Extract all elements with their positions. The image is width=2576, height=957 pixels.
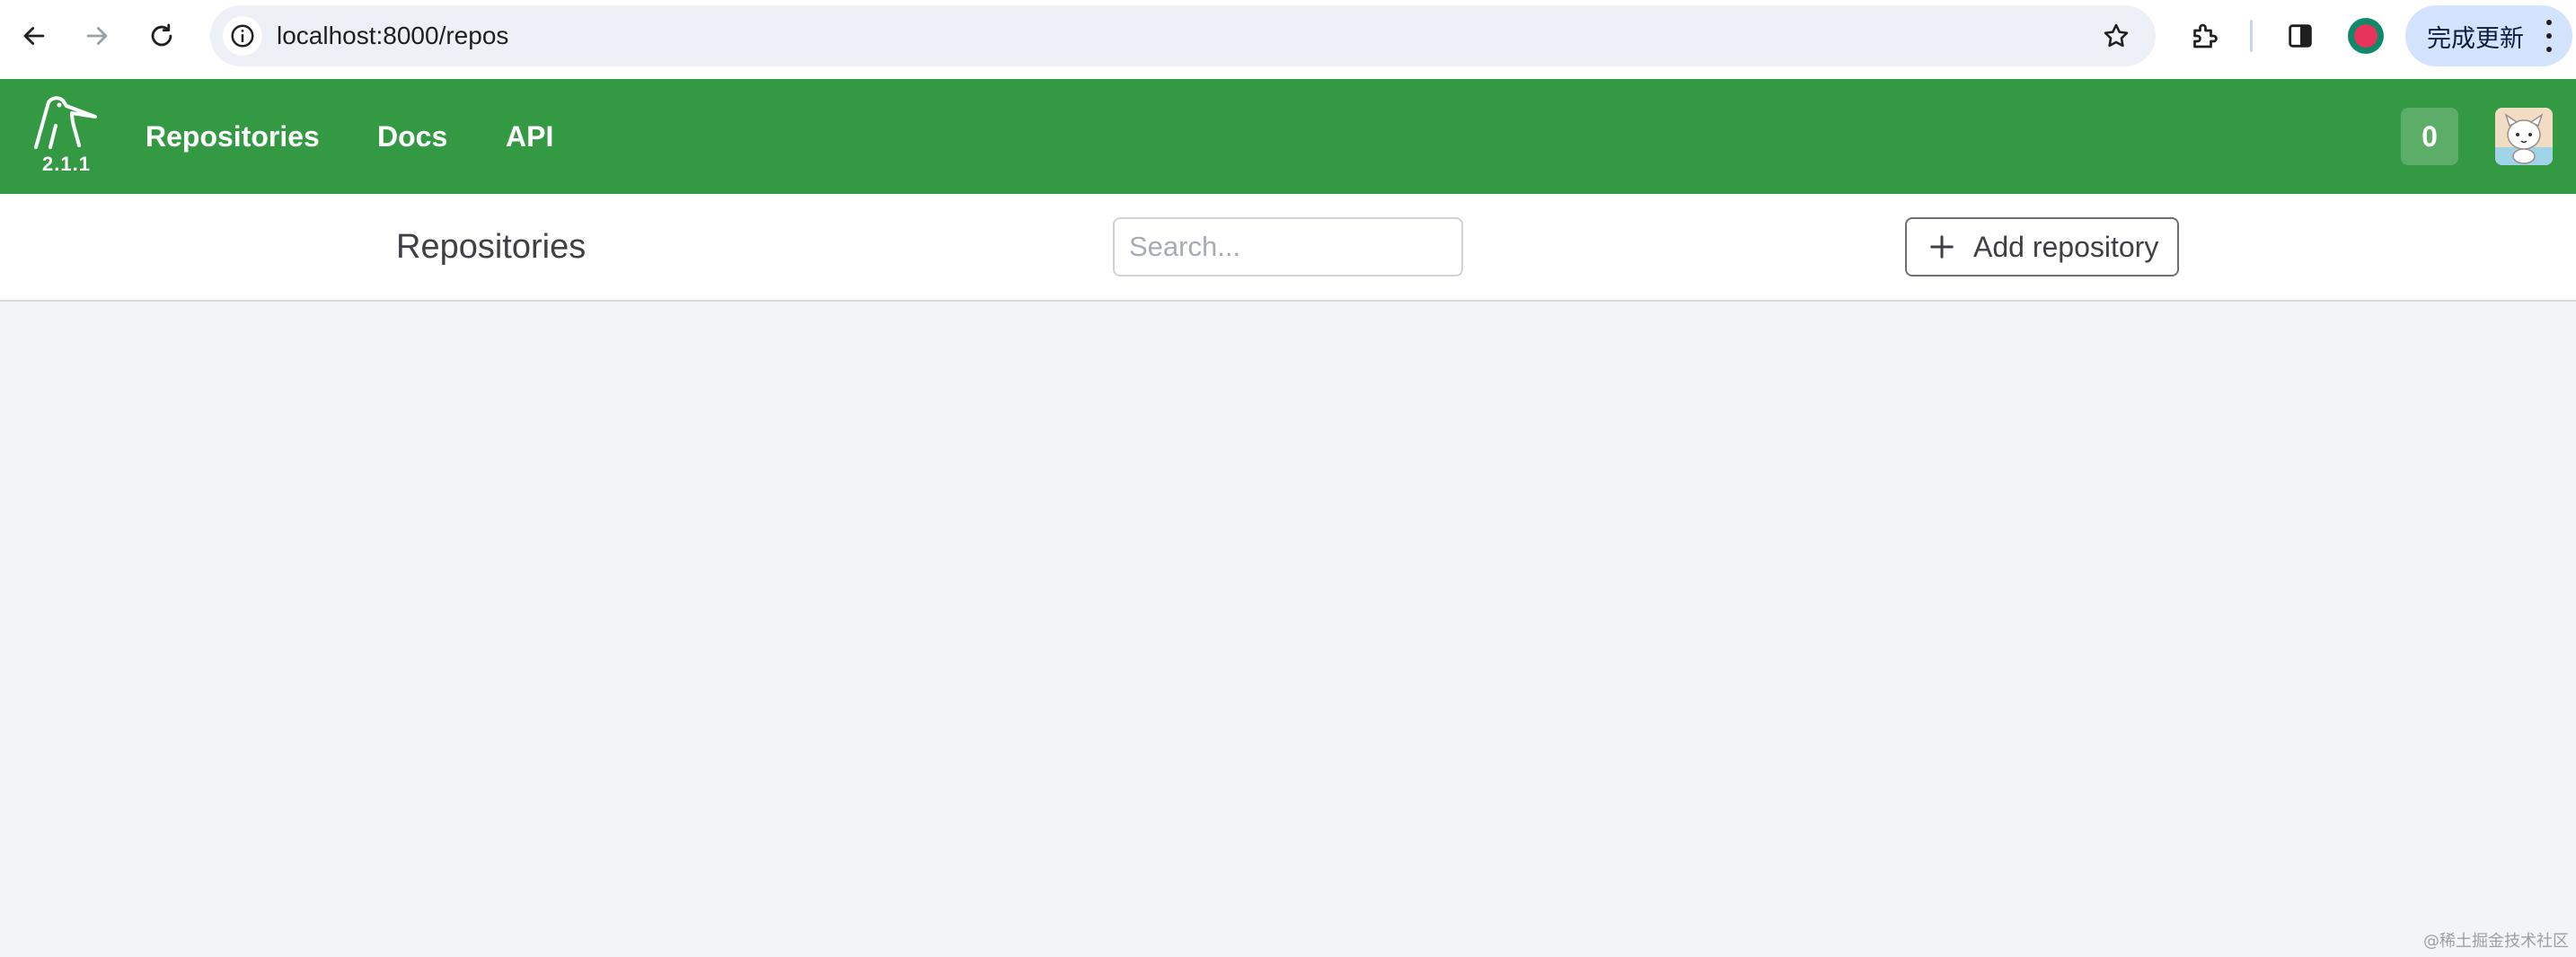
plus-icon [1930,235,1954,259]
search-input[interactable] [1113,217,1463,277]
profile-icon[interactable] [2348,18,2384,54]
add-repository-button[interactable]: Add repository [1905,217,2179,277]
reload-icon [151,23,172,47]
update-button[interactable]: 完成更新 [2405,5,2572,66]
more-menu-icon[interactable] [2540,20,2558,52]
back-button[interactable] [14,16,54,56]
avatar-image [2495,108,2553,165]
forward-button[interactable] [77,16,117,56]
nav-api[interactable]: API [506,79,553,194]
penguin-logo-icon [34,96,97,149]
watermark: @稀土掘金技术社区 [2423,932,2569,951]
avatar[interactable] [2495,108,2553,165]
app-version: 2.1.1 [42,153,91,175]
side-panel-icon[interactable] [2280,16,2320,56]
reload-button[interactable] [142,16,181,56]
address-bar[interactable]: localhost:8000/repos [210,5,2156,66]
toolbar-divider [2250,20,2253,52]
page-title: Repositories [396,228,587,266]
arrow-right-icon [86,27,108,45]
add-repository-label: Add repository [1973,230,2159,263]
nav-repositories[interactable]: Repositories [146,79,320,194]
app-header: 2.1.1 Repositories Docs API 0 [0,79,2576,194]
browser-toolbar: localhost:8000/repos 完成更新 [0,0,2576,79]
page-toolbar: Repositories Add repository [0,194,2576,302]
nav-docs[interactable]: Docs [377,79,447,194]
notification-count-badge[interactable]: 0 [2401,108,2458,165]
logo[interactable]: 2.1.1 [32,95,97,180]
site-info-icon[interactable] [223,16,262,56]
extensions-icon[interactable] [2184,16,2224,56]
url-text[interactable]: localhost:8000/repos [277,5,508,66]
bookmark-star-icon[interactable] [2096,16,2136,56]
update-label: 完成更新 [2427,24,2524,53]
arrow-left-icon [23,27,45,45]
